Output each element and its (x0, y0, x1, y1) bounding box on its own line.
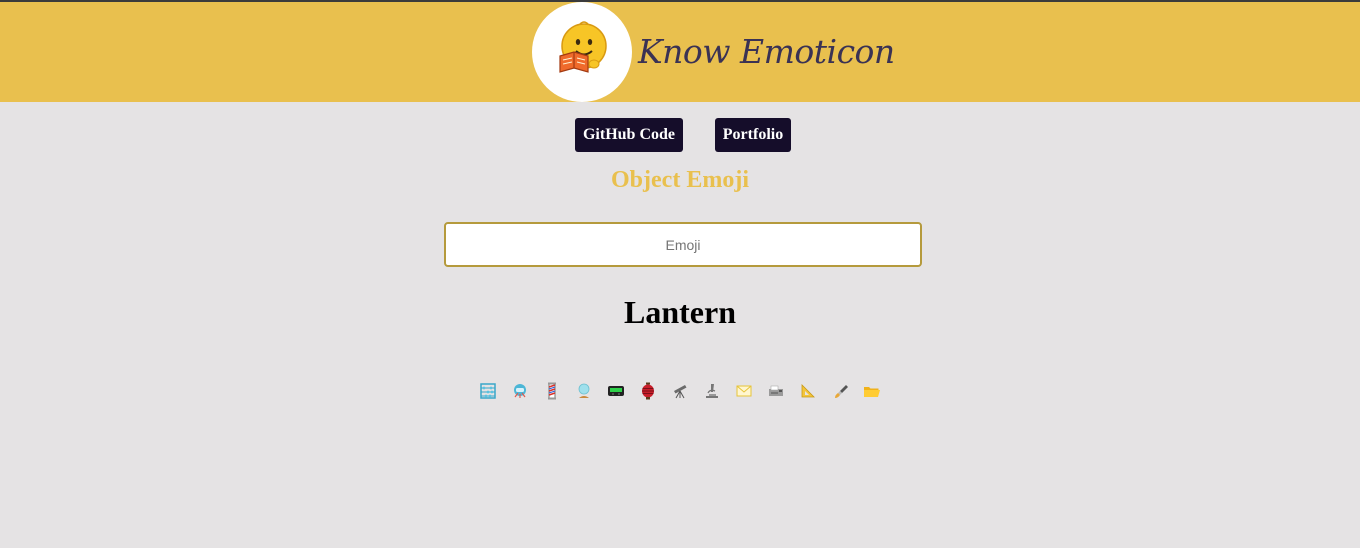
open-folder-icon[interactable] (863, 382, 881, 400)
envelope-icon[interactable] (735, 382, 753, 400)
diving-mask-icon[interactable] (511, 382, 529, 400)
abacus-icon[interactable] (479, 382, 497, 400)
reading-smiley-icon (550, 18, 614, 86)
portfolio-button[interactable]: Portfolio (715, 118, 791, 152)
crystal-ball-icon[interactable] (575, 382, 593, 400)
emoji-search-input[interactable] (444, 222, 922, 267)
paintbrush-icon[interactable] (831, 382, 849, 400)
header-banner: Know Emoticon (0, 2, 1360, 102)
emoji-list (0, 378, 1360, 404)
microscope-icon[interactable] (703, 382, 721, 400)
github-code-button[interactable]: GitHub Code (575, 118, 683, 152)
triangular-ruler-icon[interactable] (799, 382, 817, 400)
section-title: Object Emoji (611, 167, 749, 193)
fax-machine-icon[interactable] (767, 382, 785, 400)
pager-icon[interactable] (607, 382, 625, 400)
red-paper-lantern-icon[interactable] (639, 382, 657, 400)
barber-pole-icon[interactable] (543, 382, 561, 400)
brand-title: Know Emoticon (638, 32, 895, 71)
emoji-meaning: Lantern (624, 294, 736, 330)
logo (532, 2, 632, 102)
telescope-icon[interactable] (671, 382, 689, 400)
